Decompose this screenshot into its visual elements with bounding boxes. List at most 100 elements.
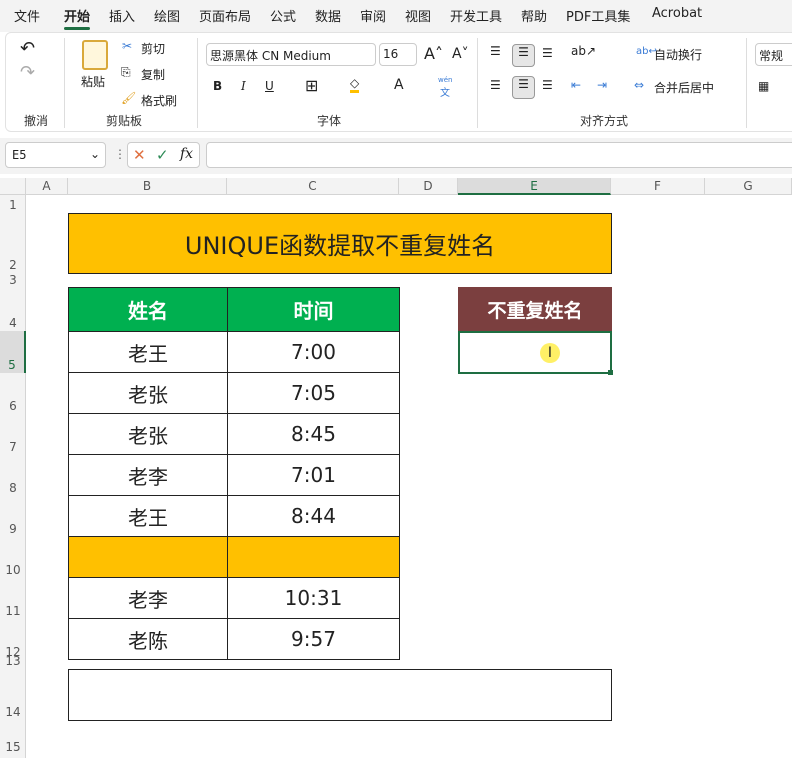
- row-header-10[interactable]: 10: [0, 563, 26, 577]
- table-cell-time[interactable]: 8:45: [227, 413, 400, 455]
- tab-home[interactable]: 开始: [64, 6, 91, 30]
- row-header-5[interactable]: 5: [0, 331, 26, 373]
- table-cell-time[interactable]: 10:31: [227, 577, 400, 619]
- fill-handle[interactable]: [608, 370, 613, 375]
- column-header-g[interactable]: G: [705, 178, 792, 195]
- tab-help[interactable]: 帮助: [521, 6, 547, 25]
- merge-icon: ⇔: [634, 78, 645, 92]
- table-cell-name[interactable]: 老陈: [68, 618, 228, 660]
- undo-icon[interactable]: ↶: [20, 38, 35, 59]
- decrease-font-icon[interactable]: A˅: [452, 46, 469, 62]
- decrease-indent-icon[interactable]: ⇤: [571, 78, 581, 92]
- row-header-2[interactable]: 2: [0, 258, 26, 272]
- format-painter-button[interactable]: 格式刷: [141, 92, 177, 109]
- tab-page-layout[interactable]: 页面布局: [199, 6, 251, 25]
- table-cell-time[interactable]: 9:57: [227, 618, 400, 660]
- tab-draw[interactable]: 绘图: [154, 6, 180, 25]
- select-all[interactable]: [0, 178, 26, 195]
- table-cell-time[interactable]: 7:00: [227, 331, 400, 373]
- phonetic-guide-button[interactable]: 文: [440, 84, 450, 99]
- tab-formulas[interactable]: 公式: [270, 6, 296, 25]
- borders-icon[interactable]: ⊞: [305, 76, 318, 95]
- align-bottom-icon[interactable]: ☰: [542, 46, 553, 60]
- scissors-icon: ✂: [122, 39, 133, 53]
- font-name-select[interactable]: 思源黑体 CN Medium: [206, 43, 376, 66]
- row-header-3[interactable]: 3: [0, 273, 26, 287]
- align-middle-icon[interactable]: ☰: [512, 44, 535, 67]
- font-size-select[interactable]: 16: [379, 43, 417, 66]
- title-cell[interactable]: UNIQUE函数提取不重复姓名: [68, 213, 612, 274]
- tab-review[interactable]: 审阅: [360, 6, 386, 25]
- confirm-icon[interactable]: ✓: [156, 146, 169, 164]
- table-cell-name[interactable]: 老王: [68, 495, 228, 537]
- column-header-b[interactable]: B: [68, 178, 227, 195]
- redo-icon[interactable]: ↷: [20, 62, 35, 83]
- align-top-icon[interactable]: ☰: [490, 44, 501, 58]
- row-header-14[interactable]: 14: [0, 705, 26, 719]
- number-format-value: 常规: [759, 49, 784, 63]
- name-box[interactable]: E5 ⌄: [5, 142, 106, 168]
- column-header-d[interactable]: D: [399, 178, 458, 195]
- table-cell-time[interactable]: [227, 536, 400, 578]
- tab-insert[interactable]: 插入: [109, 6, 135, 25]
- wrap-text-button[interactable]: 自动换行: [654, 46, 702, 63]
- align-center-icon[interactable]: ☰: [512, 76, 535, 99]
- conditional-format-icon[interactable]: ▦: [758, 79, 769, 93]
- tab-acrobat[interactable]: Acrobat: [652, 6, 702, 21]
- table-cell-name[interactable]: 老王: [68, 331, 228, 373]
- tab-pdf-tools[interactable]: PDF工具集: [566, 6, 630, 25]
- align-left-icon[interactable]: ☰: [490, 78, 501, 92]
- row-header-6[interactable]: 6: [0, 399, 26, 413]
- table-cell-time[interactable]: 7:01: [227, 454, 400, 496]
- row-header-15[interactable]: 15: [0, 740, 26, 754]
- merge-center-button[interactable]: 合并后居中: [654, 79, 714, 96]
- bold-button[interactable]: B: [213, 79, 222, 93]
- row-header-4[interactable]: 4: [0, 316, 26, 330]
- tab-file[interactable]: 文件: [14, 6, 40, 25]
- underline-button[interactable]: U: [265, 79, 274, 93]
- table-cell-name[interactable]: 老李: [68, 454, 228, 496]
- name-box-value: E5: [12, 148, 27, 162]
- clipboard-group-label: 剪贴板: [106, 114, 143, 128]
- orientation-icon[interactable]: ab↗: [571, 44, 596, 58]
- cut-button[interactable]: 剪切: [141, 40, 165, 57]
- font-size-value: 16: [383, 47, 399, 61]
- formula-input[interactable]: [206, 142, 792, 168]
- table-cell-time[interactable]: 7:05: [227, 372, 400, 414]
- row-header-8[interactable]: 8: [0, 481, 26, 495]
- table-cell-time[interactable]: 8:44: [227, 495, 400, 537]
- column-header-c[interactable]: C: [227, 178, 399, 195]
- cancel-icon[interactable]: ✕: [133, 146, 146, 164]
- row-header-11[interactable]: 11: [0, 604, 26, 618]
- column-header-a[interactable]: A: [26, 178, 68, 195]
- tab-view[interactable]: 视图: [405, 6, 431, 25]
- tab-data[interactable]: 数据: [315, 6, 341, 25]
- row-header-13[interactable]: 13: [0, 654, 26, 668]
- header-time[interactable]: 时间: [227, 287, 400, 332]
- paste-button[interactable]: 粘贴: [81, 73, 105, 90]
- font-color-icon[interactable]: A: [394, 77, 404, 93]
- copy-button[interactable]: 复制: [141, 66, 165, 83]
- row-header-9[interactable]: 9: [0, 522, 26, 536]
- insert-function-button[interactable]: fx: [180, 146, 193, 162]
- paste-icon[interactable]: [82, 40, 108, 70]
- column-header-f[interactable]: F: [611, 178, 705, 195]
- merged-empty-cell[interactable]: [68, 669, 612, 721]
- align-right-icon[interactable]: ☰: [542, 78, 553, 92]
- result-cell-e5[interactable]: I: [458, 331, 612, 374]
- row-header-7[interactable]: 7: [0, 440, 26, 454]
- table-cell-name[interactable]: 老李: [68, 577, 228, 619]
- column-header-e[interactable]: E: [458, 178, 611, 195]
- fill-color-icon[interactable]: ◇: [350, 76, 360, 93]
- table-cell-name[interactable]: 老张: [68, 372, 228, 414]
- number-format-select[interactable]: 常规: [755, 43, 792, 66]
- header-name[interactable]: 姓名: [68, 287, 228, 332]
- increase-font-icon[interactable]: A˄: [424, 44, 443, 63]
- table-cell-name[interactable]: [68, 536, 228, 578]
- result-header[interactable]: 不重复姓名: [458, 287, 612, 332]
- italic-button[interactable]: I: [241, 79, 246, 93]
- tab-developer[interactable]: 开发工具: [450, 6, 502, 25]
- row-header-1[interactable]: 1: [0, 198, 26, 212]
- increase-indent-icon[interactable]: ⇥: [597, 78, 607, 92]
- table-cell-name[interactable]: 老张: [68, 413, 228, 455]
